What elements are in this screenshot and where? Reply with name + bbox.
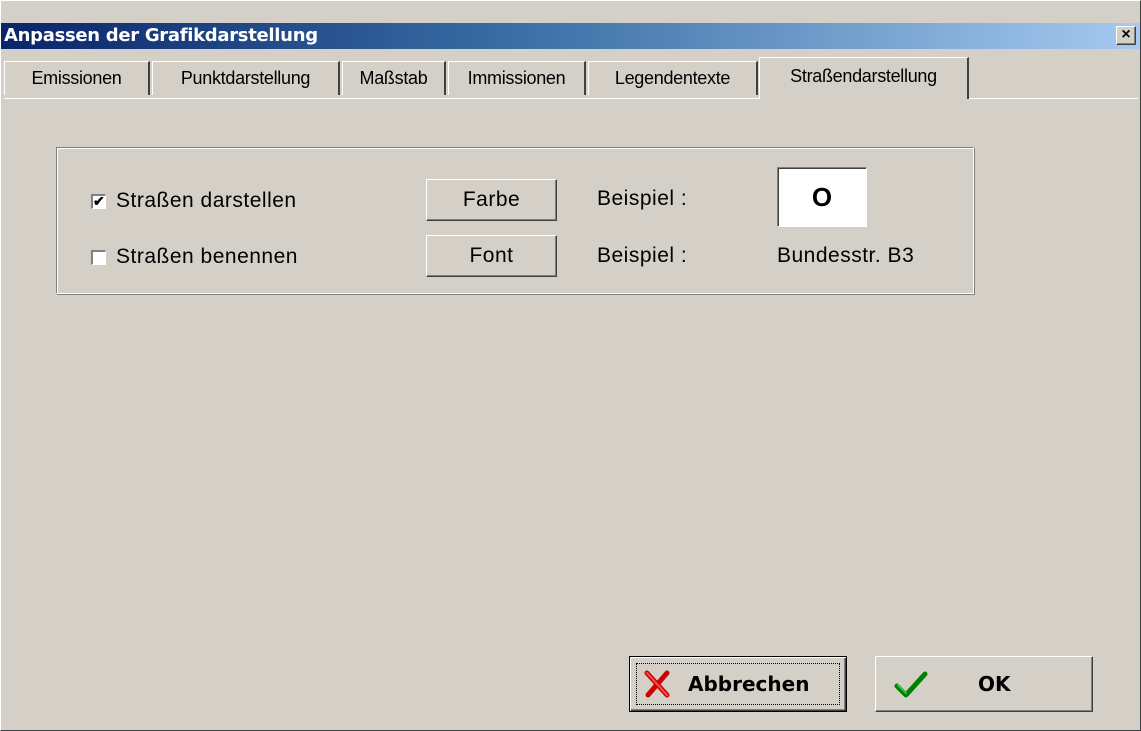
name-roads-row[interactable]: Straßen benennen [91, 245, 298, 269]
close-button[interactable]: × [1116, 26, 1136, 45]
tab-punktdarstellung[interactable]: Punktdarstellung [152, 61, 340, 95]
show-roads-checkbox[interactable]: ✔ [91, 192, 106, 209]
tab-massstab[interactable]: Maßstab [342, 61, 446, 95]
ok-label: OK [978, 672, 1011, 696]
name-roads-label: Straßen benennen [116, 245, 298, 268]
dialog-window: Anpassen der Grafikdarstellung × Emissio… [0, 0, 1141, 731]
checkmark-icon: ✔ [93, 192, 106, 209]
focus-rectangle [636, 663, 840, 705]
tab-immissionen[interactable]: Immissionen [448, 61, 586, 95]
font-button[interactable]: Font [426, 235, 557, 277]
name-roads-checkbox[interactable] [91, 249, 106, 265]
road-symbol: O [811, 182, 833, 212]
color-example-preview: O [777, 167, 867, 227]
color-button[interactable]: Farbe [426, 179, 557, 221]
show-roads-row[interactable]: ✔ Straßen darstellen [91, 189, 297, 213]
font-example-preview: Bundesstr. B3 [777, 244, 915, 267]
close-icon: × [1121, 26, 1131, 43]
show-roads-label: Straßen darstellen [116, 189, 297, 212]
ok-button[interactable]: OK [875, 656, 1093, 712]
window-title: Anpassen der Grafikdarstellung [4, 25, 318, 46]
tab-strassendarstellung[interactable]: Straßendarstellung [759, 57, 969, 99]
tab-emissionen[interactable]: Emissionen [4, 61, 150, 95]
checkmark-icon [894, 671, 928, 698]
title-bar[interactable]: Anpassen der Grafikdarstellung × [1, 23, 1140, 49]
cancel-button[interactable]: Abbrechen [629, 656, 847, 712]
color-example-label: Beispiel : [597, 187, 688, 210]
tab-bar: Emissionen Punktdarstellung Maßstab Immi… [4, 57, 1134, 99]
tab-legendentexte[interactable]: Legendentexte [588, 61, 758, 95]
font-example-label: Beispiel : [597, 244, 688, 267]
